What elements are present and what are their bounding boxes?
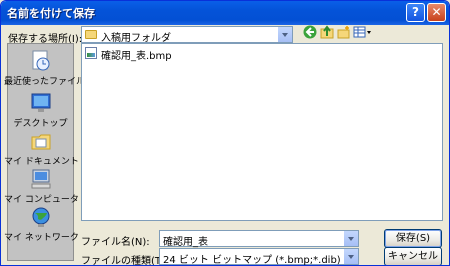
filetype-value: 24 ビット ビットマップ (*.bmp;*.dib): [163, 255, 341, 266]
place-label: 最近使ったファイル: [4, 77, 86, 87]
bitmap-file-icon: [85, 47, 97, 59]
places-bar: 最近使ったファイル デスクトップ マイ ドキュメント マイ コンピュータ マイ …: [4, 43, 86, 261]
chevron-down-icon[interactable]: [277, 27, 292, 42]
place-label: マイ コンピュータ: [4, 195, 79, 205]
file-list[interactable]: 確認用_表.bmp: [81, 43, 443, 221]
filetype-label: ファイルの種類(T):: [81, 256, 169, 266]
cancel-button[interactable]: キャンセル: [384, 247, 442, 265]
my-network-icon: [32, 207, 50, 227]
save-button[interactable]: 保存(S): [384, 229, 442, 248]
folder-icon: [85, 30, 97, 39]
my-computer-icon: [31, 169, 51, 189]
help-button[interactable]: ?: [406, 3, 425, 22]
place-label: マイ ネットワーク: [4, 233, 79, 243]
filename-input[interactable]: 確認用_表: [159, 230, 359, 248]
my-documents-icon: [31, 134, 51, 150]
chevron-down-icon[interactable]: [343, 231, 358, 246]
location-value: 入稿用フォルダ: [101, 33, 171, 44]
desktop-icon: [31, 93, 51, 112]
location-dropdown[interactable]: 入稿用フォルダ: [81, 26, 293, 44]
recent-files-icon: [32, 50, 50, 71]
back-icon[interactable]: [303, 25, 317, 39]
new-folder-icon[interactable]: [337, 25, 351, 39]
filetype-dropdown[interactable]: 24 ビット ビットマップ (*.bmp;*.dib): [159, 248, 359, 265]
place-label: デスクトップ: [13, 119, 68, 129]
save-as-dialog: 名前を付けて保存 ? ✕ 保存する場所(I): 入稿用フォルダ 最近使ったファイ: [0, 0, 450, 266]
file-name: 確認用_表.bmp: [101, 51, 172, 62]
place-label: マイ ドキュメント: [4, 157, 79, 167]
filename-history-dropdown[interactable]: [343, 231, 358, 246]
title-bar: 名前を付けて保存 ? ✕: [1, 1, 449, 25]
up-folder-icon[interactable]: [320, 25, 334, 39]
view-menu-icon[interactable]: [353, 25, 373, 39]
chevron-down-icon[interactable]: [343, 249, 358, 264]
close-button[interactable]: ✕: [427, 3, 446, 22]
dialog-title: 名前を付けて保存: [7, 7, 95, 20]
filename-label: ファイル名(N):: [81, 237, 150, 248]
filename-value: 確認用_表: [163, 237, 208, 248]
